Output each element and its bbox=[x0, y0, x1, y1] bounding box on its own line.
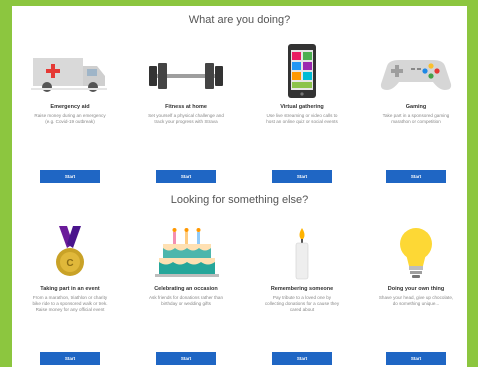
card-description: From a marathon, triathlon or charity bi… bbox=[32, 295, 108, 312]
card-virtual-gathering: Virtual gathering Use live streaming or … bbox=[252, 44, 352, 183]
start-button-virtual-gathering[interactable]: Start bbox=[272, 170, 332, 183]
card-description: Use live streaming or video calls to hos… bbox=[266, 113, 338, 124]
svg-text:C: C bbox=[66, 258, 73, 269]
start-button-taking-part-in-event[interactable]: Start bbox=[40, 352, 100, 365]
mid-heading: Looking for something else? bbox=[170, 194, 309, 206]
card-fitness-at-home: Fitness at home Set yourself a physical … bbox=[136, 44, 236, 183]
card-title: Doing your own thing bbox=[387, 286, 445, 292]
card-title: Fitness at home bbox=[165, 104, 207, 110]
gamepad-icon bbox=[371, 44, 461, 100]
start-button-doing-own-thing[interactable]: Start bbox=[386, 352, 446, 365]
card-description: Ask friends for donations rather than bi… bbox=[148, 295, 224, 306]
card-title: Celebrating an occasion bbox=[154, 286, 218, 292]
phone-icon bbox=[257, 44, 347, 100]
start-button-celebrating-occasion[interactable]: Start bbox=[156, 352, 216, 365]
card-description: Set yourself a physical challenge and tr… bbox=[148, 113, 224, 124]
ambulance-icon bbox=[25, 44, 115, 100]
lightbulb-icon bbox=[371, 226, 461, 282]
card-emergency-aid: Emergency aid Raise money during an emer… bbox=[20, 44, 120, 183]
cake-icon bbox=[141, 226, 231, 282]
card-description: Raise money during an emergency (e.g. Co… bbox=[34, 113, 106, 124]
dumbbell-icon bbox=[141, 44, 231, 100]
start-button-gaming[interactable]: Start bbox=[386, 170, 446, 183]
card-title: Emergency aid bbox=[50, 104, 90, 110]
start-button-remembering-someone[interactable]: Start bbox=[272, 352, 332, 365]
card-title: Virtual gathering bbox=[280, 104, 324, 110]
card-title: Gaming bbox=[405, 104, 427, 110]
start-button-fitness-at-home[interactable]: Start bbox=[156, 170, 216, 183]
card-doing-own-thing: Doing your own thing Shave your head, gi… bbox=[366, 226, 466, 365]
top-heading: What are you doing? bbox=[188, 14, 291, 26]
page-panel: What are you doing? Emergency aid Raise … bbox=[12, 6, 467, 367]
card-remembering-someone: Remembering someone Pay tribute to a lov… bbox=[252, 226, 352, 365]
candle-icon bbox=[257, 226, 347, 282]
card-celebrating-occasion: Celebrating an occasion Ask friends for … bbox=[136, 226, 236, 365]
card-taking-part-in-event: C Taking part in an event From a maratho… bbox=[20, 226, 120, 365]
medal-icon: C bbox=[25, 226, 115, 282]
card-description: Take part in a sponsored gaming marathon… bbox=[382, 113, 450, 124]
card-description: Shave your head, give up chocolate, do s… bbox=[378, 295, 454, 306]
card-title: Remembering someone bbox=[270, 286, 334, 292]
start-button-emergency-aid[interactable]: Start bbox=[40, 170, 100, 183]
card-title: Taking part in an event bbox=[40, 286, 100, 292]
card-description: Pay tribute to a loved one by collecting… bbox=[264, 295, 340, 312]
card-gaming: Gaming Take part in a sponsored gaming m… bbox=[366, 44, 466, 183]
